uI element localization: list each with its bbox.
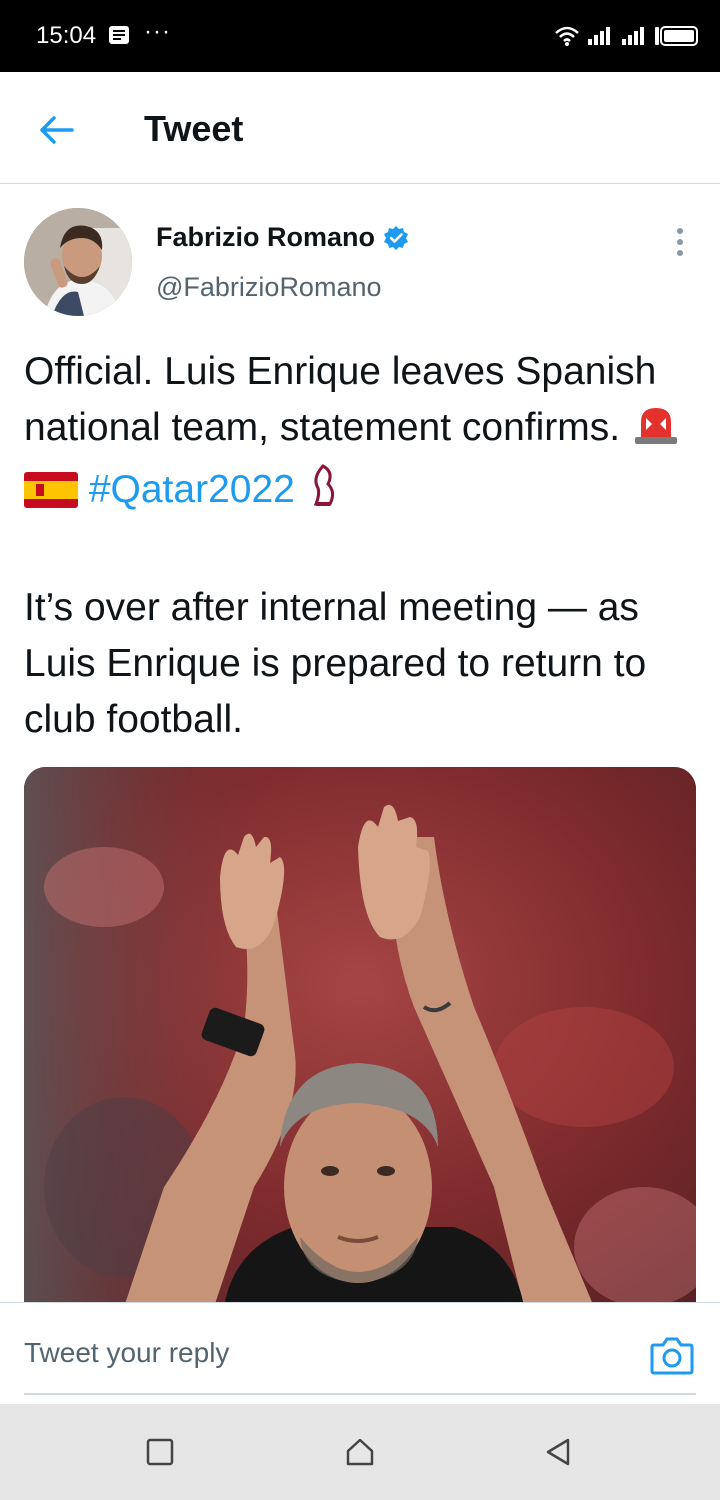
tweet-line-1: Official. Luis Enrique leaves Spanish na… [24, 350, 657, 449]
reply-bar: Tweet your reply [0, 1302, 720, 1402]
recent-apps-button[interactable] [142, 1434, 178, 1470]
tweet-paragraph-1: Official. Luis Enrique leaves Spanish na… [24, 344, 704, 524]
back-arrow-icon [40, 116, 74, 144]
battery-icon [655, 26, 698, 46]
tweet-paragraph-2: It’s over after internal meeting — as Lu… [24, 586, 647, 741]
author-name-row[interactable]: Fabrizio Romano [156, 222, 409, 253]
camera-icon [650, 1337, 694, 1375]
system-nav-bar [0, 1404, 720, 1500]
back-button[interactable] [30, 104, 82, 156]
tweet-image[interactable] [24, 767, 696, 1307]
spain-flag-icon [24, 468, 78, 524]
reply-underline [24, 1393, 696, 1395]
wifi-icon [555, 26, 579, 46]
avatar[interactable] [24, 208, 132, 316]
more-vertical-icon [677, 228, 683, 256]
notification-icon [108, 24, 130, 46]
camera-button[interactable] [648, 1333, 696, 1377]
reply-input[interactable]: Tweet your reply [24, 1337, 229, 1369]
author-handle[interactable]: @FabrizioRomano [156, 272, 382, 303]
status-icons [554, 22, 698, 50]
status-more: ··· [144, 18, 171, 45]
siren-icon [631, 404, 681, 462]
home-icon [346, 1438, 374, 1466]
triangle-back-icon [546, 1438, 570, 1466]
square-icon [146, 1438, 174, 1466]
verified-badge-icon [384, 225, 409, 250]
tweet-text: Official. Luis Enrique leaves Spanish na… [24, 344, 704, 748]
app-header: Tweet [0, 72, 720, 184]
more-options-button[interactable] [664, 222, 696, 262]
world-cup-trophy-icon [306, 464, 340, 524]
back-nav-button[interactable] [540, 1434, 576, 1470]
home-button[interactable] [342, 1434, 378, 1470]
signal-icon [622, 27, 644, 45]
hashtag-link[interactable]: #Qatar2022 [89, 468, 295, 511]
status-bar: 15:04 ··· [0, 0, 720, 72]
page-title: Tweet [144, 108, 244, 149]
signal-icon [588, 27, 610, 45]
author-name: Fabrizio Romano [156, 222, 376, 252]
status-time: 15:04 [36, 22, 97, 49]
